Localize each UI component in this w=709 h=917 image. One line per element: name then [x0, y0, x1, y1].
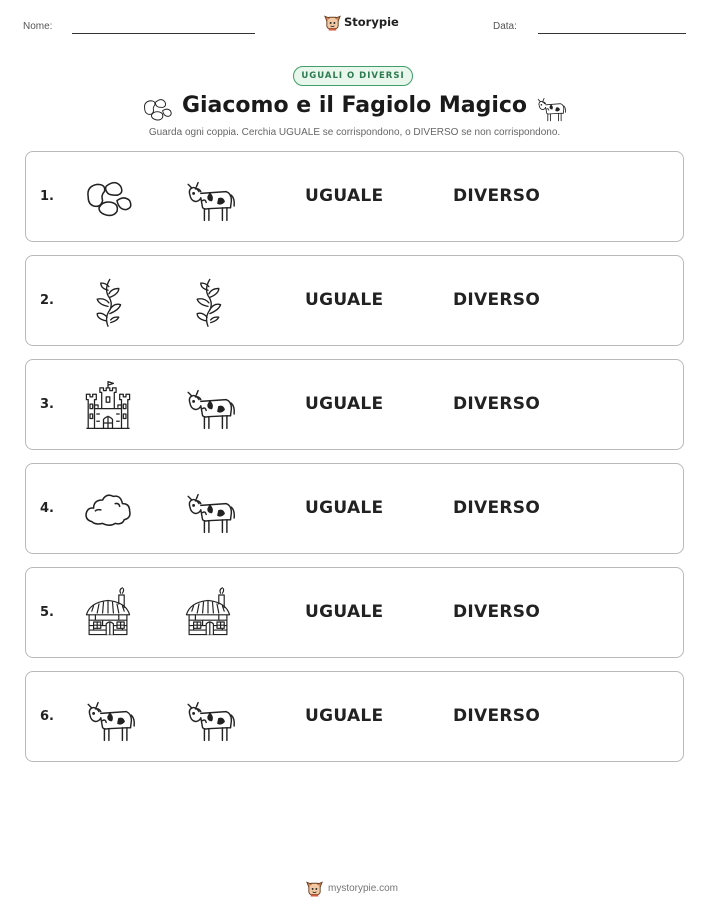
option-same[interactable]: UGUALE [305, 602, 383, 622]
cow-icon [80, 690, 136, 744]
row-number: 1. [40, 189, 54, 204]
cow-icon [180, 378, 236, 432]
instructions: Guarda ogni coppia. Cerchia UGUALE se co… [148, 127, 561, 138]
option-different[interactable]: DIVERSO [453, 602, 540, 622]
option-same[interactable]: UGUALE [305, 498, 383, 518]
comparison-row: 3. UGUALE DIVERSO [25, 359, 684, 450]
name-label: Nome: [23, 21, 53, 32]
cloud-icon [80, 482, 136, 536]
beanstalk-icon [180, 274, 236, 328]
option-different[interactable]: DIVERSO [453, 498, 540, 518]
worksheet-header: Nome: Storypie Data: [0, 0, 709, 44]
option-same[interactable]: UGUALE [305, 394, 383, 414]
footer: mystorypie.com [306, 879, 398, 897]
option-different[interactable]: DIVERSO [453, 394, 540, 414]
option-same[interactable]: UGUALE [305, 186, 383, 206]
title-row: Giacomo e il Fagiolo Magico [0, 92, 709, 124]
footer-site: mystorypie.com [328, 882, 399, 894]
row-number: 2. [40, 293, 54, 308]
castle-icon [80, 378, 136, 432]
row-number: 4. [40, 501, 54, 516]
cow-icon [537, 97, 566, 122]
mascot-icon [306, 881, 323, 897]
cottage-icon [180, 586, 236, 640]
cow-icon [180, 690, 236, 744]
comparison-row: 5. UGUALE DIVERSO [25, 567, 684, 658]
cow-icon [180, 482, 236, 536]
row-number: 6. [40, 709, 54, 724]
comparison-row: 2. UGUALE DIVERSO [25, 255, 684, 346]
option-different[interactable]: DIVERSO [453, 290, 540, 310]
activity-badge: UGUALI O DIVERSI [293, 66, 413, 86]
name-field[interactable] [72, 33, 255, 34]
option-different[interactable]: DIVERSO [453, 706, 540, 726]
cow-icon [180, 170, 236, 224]
option-different[interactable]: DIVERSO [453, 186, 540, 206]
option-same[interactable]: UGUALE [305, 290, 383, 310]
option-same[interactable]: UGUALE [305, 706, 383, 726]
cottage-icon [80, 586, 136, 640]
beanstalk-icon [80, 274, 136, 328]
comparison-row: 6. UGUALE DIVERSO [25, 671, 684, 762]
mascot-icon [324, 15, 341, 31]
storypie-logo: Storypie [324, 13, 399, 31]
comparison-row: 1. UGUALE DIVERSO [25, 151, 684, 242]
brand-name: Storypie [344, 15, 399, 29]
comparison-row: 4. UGUALE DIVERSO [25, 463, 684, 554]
page-title: Giacomo e il Fagiolo Magico [181, 93, 528, 118]
beans-icon [80, 170, 136, 224]
date-label: Data: [493, 21, 517, 32]
row-number: 3. [40, 397, 54, 412]
date-field[interactable] [538, 33, 686, 34]
row-number: 5. [40, 605, 54, 620]
